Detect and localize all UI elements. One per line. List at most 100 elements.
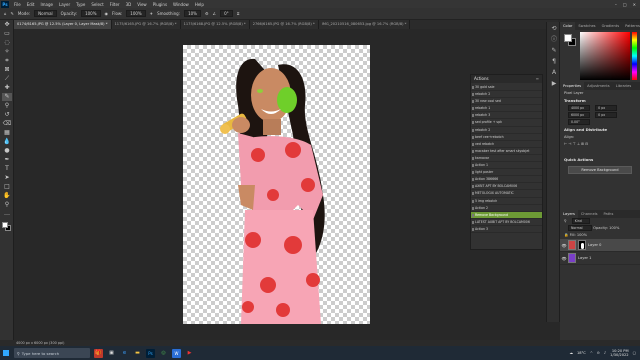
tab-libraries[interactable]: Libraries bbox=[613, 82, 635, 90]
tab-channels[interactable]: Channels bbox=[578, 210, 601, 218]
start-button[interactable] bbox=[0, 346, 12, 360]
clock[interactable]: 10:20 PM 1/30/2022 bbox=[610, 349, 628, 357]
action-item[interactable]: METOLOGIX AUTOMATIC bbox=[471, 190, 542, 198]
edge-icon[interactable]: e bbox=[120, 349, 129, 358]
weather-temp[interactable]: 18°C bbox=[577, 351, 586, 355]
dodge-tool-icon[interactable]: ● bbox=[2, 147, 12, 155]
blend-mode-select[interactable]: Normal bbox=[568, 225, 592, 231]
action-item[interactable]: 30 new cool sed bbox=[471, 98, 542, 106]
action-item[interactable]: LATEST AXBIT APT BY BOLCAM006 bbox=[471, 219, 542, 226]
layer-name[interactable]: Layer 1 bbox=[578, 256, 591, 260]
play-actions-icon[interactable]: ▶ bbox=[549, 80, 559, 88]
move-tool-icon[interactable]: ✥ bbox=[2, 21, 12, 29]
tab-layers[interactable]: Layers bbox=[560, 210, 578, 218]
network-icon[interactable]: ⊙ bbox=[597, 351, 600, 355]
action-item[interactable]: sed profile + spk bbox=[471, 119, 542, 127]
smoothing-field[interactable]: 10% bbox=[184, 10, 201, 17]
flow-field[interactable]: 100% bbox=[126, 10, 146, 17]
blur-tool-icon[interactable]: 💧 bbox=[2, 138, 12, 146]
photoshop-taskbar-icon[interactable]: Ps bbox=[146, 348, 155, 358]
brush-settings-icon[interactable]: ✎ bbox=[549, 47, 559, 55]
close-button[interactable]: ✕ bbox=[633, 2, 636, 7]
mode-select[interactable]: Normal bbox=[34, 10, 57, 17]
hue-slider[interactable] bbox=[632, 32, 637, 80]
tab-swatches[interactable]: Swatches bbox=[575, 22, 598, 30]
hand-tool-icon[interactable]: ✋ bbox=[2, 192, 12, 200]
taskbar-search[interactable]: ⚲ Type here to search bbox=[14, 348, 90, 358]
eyedropper-tool-icon[interactable]: ⟋ bbox=[2, 75, 12, 83]
gradient-tool-icon[interactable]: ▦ bbox=[2, 129, 12, 137]
action-item[interactable]: rebatch 1 bbox=[471, 105, 542, 113]
action-item[interactable]: rebotch 2 bbox=[471, 91, 542, 99]
menu-filter[interactable]: Filter bbox=[107, 2, 123, 7]
settings-gear-icon[interactable]: ⚙ bbox=[205, 11, 209, 16]
paragraph-icon[interactable]: ¶ bbox=[549, 58, 559, 66]
gift-app-icon[interactable]: 🎁 bbox=[94, 348, 103, 358]
action-item[interactable]: Action 386666 bbox=[471, 176, 542, 184]
action-item[interactable]: Action 1 bbox=[471, 162, 542, 170]
action-item[interactable]: Action 2 bbox=[471, 205, 542, 212]
color-field[interactable] bbox=[580, 32, 630, 80]
layer-name[interactable]: Layer 0 bbox=[588, 243, 601, 247]
healing-brush-tool-icon[interactable]: ✚ bbox=[2, 84, 12, 92]
brush-tool-icon[interactable]: ✎ bbox=[2, 93, 12, 101]
notification-icon[interactable]: ▢ bbox=[633, 351, 636, 355]
document-canvas[interactable] bbox=[183, 45, 370, 324]
weather-icon[interactable]: ☁ bbox=[569, 351, 573, 355]
foreground-color-swatch[interactable] bbox=[2, 222, 8, 228]
layer-opacity-field[interactable]: 100% bbox=[609, 226, 619, 230]
tab-adjustments[interactable]: Adjustments bbox=[584, 82, 613, 90]
type-tool-icon[interactable]: T bbox=[2, 165, 12, 173]
menu-file[interactable]: File bbox=[11, 2, 24, 7]
foreground-color-chip[interactable] bbox=[564, 34, 572, 42]
path-select-tool-icon[interactable]: ➤ bbox=[2, 174, 12, 182]
layer-mask-thumbnail[interactable] bbox=[578, 240, 586, 250]
rectangle-tool-icon[interactable]: □ bbox=[2, 183, 12, 191]
doc-tab[interactable]: 0174/6165.JPG @ 12.5% (Layer 0, Layer Ma… bbox=[14, 20, 112, 29]
tab-gradients[interactable]: Gradients bbox=[599, 22, 623, 30]
media-app-icon[interactable]: ▶ bbox=[185, 349, 194, 358]
zoom-tool-icon[interactable]: ⚲ bbox=[2, 201, 12, 209]
layer-fill-field[interactable]: 100% bbox=[577, 233, 587, 237]
chrome-icon[interactable]: ◎ bbox=[159, 349, 168, 358]
task-view-icon[interactable]: ▣ bbox=[107, 349, 116, 358]
remove-background-button[interactable]: Remove Background bbox=[568, 166, 632, 174]
layer-row[interactable]: 👁 Layer 1 bbox=[560, 252, 640, 265]
menu-edit[interactable]: Edit bbox=[24, 2, 38, 7]
tab-patterns[interactable]: Patterns bbox=[622, 22, 640, 30]
menu-help[interactable]: Help bbox=[192, 2, 207, 7]
action-item[interactable]: Action 3 bbox=[471, 226, 542, 233]
action-item[interactable]: rebotch 2 bbox=[471, 127, 542, 134]
history-icon[interactable]: ⟲ bbox=[549, 25, 559, 33]
pen-tool-icon[interactable]: ✒ bbox=[2, 156, 12, 164]
action-item[interactable]: 30 gold sale bbox=[471, 84, 542, 92]
x-field[interactable]: 0 px bbox=[595, 105, 618, 111]
width-field[interactable]: 4000 px bbox=[568, 105, 590, 111]
action-item[interactable]: rebatch 3 bbox=[471, 112, 542, 120]
history-brush-tool-icon[interactable]: ↺ bbox=[2, 111, 12, 119]
action-item[interactable]: ved rebatch bbox=[471, 141, 542, 148]
angle-field[interactable]: 0.00° bbox=[568, 119, 590, 125]
menu-image[interactable]: Image bbox=[37, 2, 56, 7]
action-item[interactable]: light poster bbox=[471, 169, 542, 177]
action-item[interactable]: karnavar bbox=[471, 155, 542, 163]
crop-tool-icon[interactable]: ⌗ bbox=[2, 57, 12, 65]
chevron-up-icon[interactable]: ^ bbox=[590, 351, 593, 355]
brush-icon[interactable]: ✎ bbox=[11, 11, 14, 16]
pressure-opacity-icon[interactable]: ◉ bbox=[105, 11, 109, 16]
airbrush-icon[interactable]: ✈ bbox=[150, 11, 153, 16]
angle-field[interactable]: 0° bbox=[220, 10, 233, 17]
tab-color[interactable]: Color bbox=[560, 22, 576, 30]
quick-select-tool-icon[interactable]: ✧ bbox=[2, 48, 12, 56]
info-icon[interactable]: ⓘ bbox=[549, 36, 559, 44]
tab-paths[interactable]: Paths bbox=[601, 210, 617, 218]
y-field[interactable]: 0 px bbox=[595, 112, 618, 118]
doc-tab[interactable]: 1175/6165.JPG @ 16.7% (RGB/8) * bbox=[111, 20, 181, 29]
action-item[interactable]: Remove Background bbox=[471, 211, 542, 219]
tab-properties[interactable]: Properties bbox=[560, 82, 585, 90]
panel-menu-icon[interactable]: ≡ bbox=[536, 75, 542, 83]
doc-tab[interactable]: IMG_20210516_080653.jpg @ 16.7% (RGB/8) … bbox=[318, 20, 411, 29]
opacity-field[interactable]: 100% bbox=[81, 10, 101, 17]
lasso-tool-icon[interactable]: ◌ bbox=[2, 39, 12, 47]
lock-icon[interactable]: 🔒 bbox=[564, 233, 568, 237]
